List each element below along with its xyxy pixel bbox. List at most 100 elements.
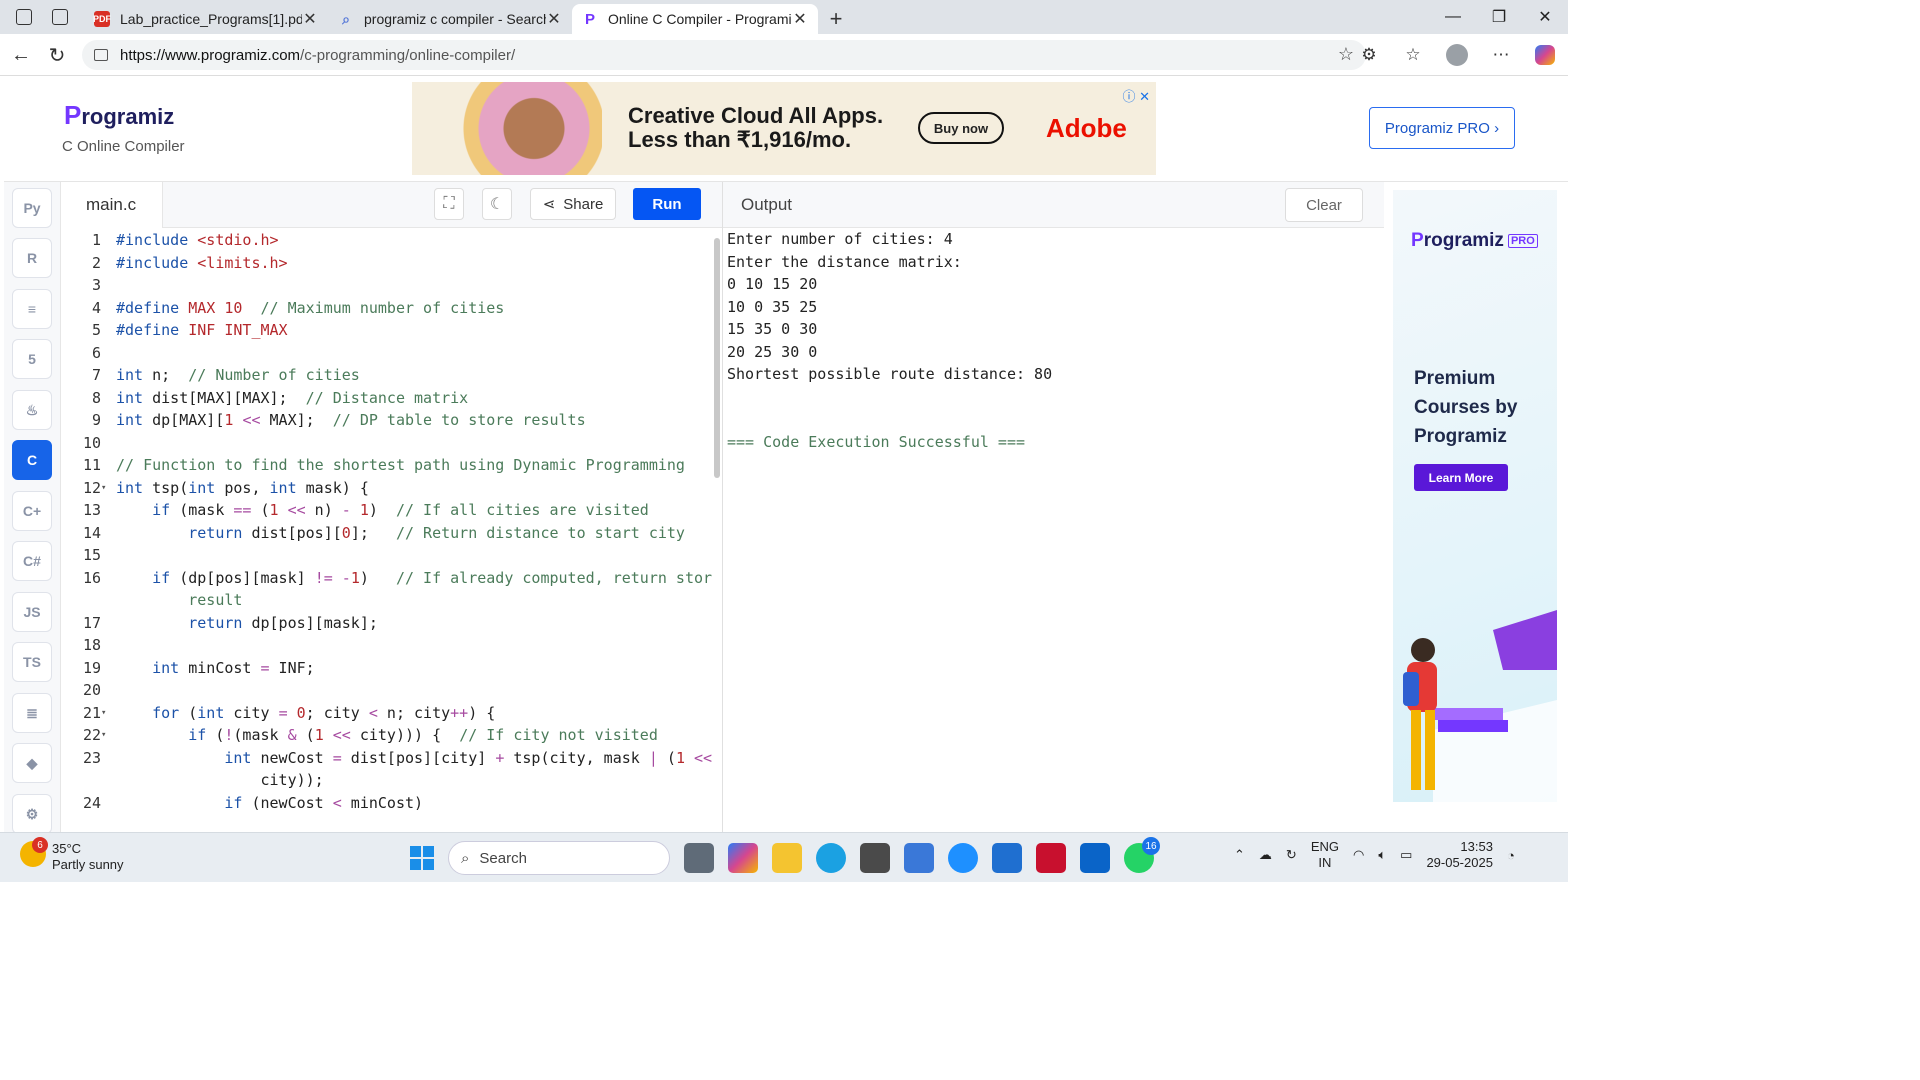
code-editor[interactable]: 1 #include <stdio.h> 2 #include <limits.h> 3… <box>61 228 712 832</box>
dark-mode-icon[interactable]: ☾ <box>482 188 512 220</box>
browser-tab-compiler[interactable]: P Online C Compiler - Programiz ✕ <box>572 4 818 34</box>
start-button[interactable] <box>410 846 434 870</box>
sql-icon[interactable]: ≡ <box>12 289 52 329</box>
fullscreen-icon[interactable]: ⛶ <box>434 188 464 220</box>
myhp-icon[interactable] <box>992 843 1022 873</box>
fold-toggle-icon[interactable]: ▾ <box>101 483 106 493</box>
programiz-pro-button[interactable]: Programiz PRO › <box>1369 107 1515 149</box>
code-line: if (dp[pos][mask] != -1) // If already c… <box>152 568 712 587</box>
fold-toggle-icon[interactable]: ▾ <box>101 708 106 718</box>
task-view-icon[interactable] <box>684 843 714 873</box>
weather-widget[interactable]: 6 35°C Partly sunny <box>20 837 124 873</box>
typescript-icon[interactable]: TS <box>12 642 52 682</box>
ad-buy-button[interactable]: Buy now <box>918 112 1004 144</box>
side-ad-logo: Programiz PRO <box>1411 230 1538 252</box>
csharp-icon[interactable]: C# <box>12 541 52 581</box>
whatsapp-icon[interactable]: 16 <box>1124 837 1160 873</box>
output-header: Output Clear <box>723 182 1384 228</box>
outlook-icon[interactable] <box>1080 843 1110 873</box>
line-number: 10 <box>82 433 101 452</box>
banner-ad[interactable]: Creative Cloud All Apps. Less than ₹1,91… <box>412 82 1156 175</box>
edge-icon[interactable] <box>816 843 846 873</box>
javascript-icon[interactable]: JS <box>12 592 52 632</box>
c-language-icon[interactable]: C <box>12 440 52 480</box>
r-icon[interactable]: R <box>12 238 52 278</box>
rust-icon[interactable]: ⚙ <box>12 794 52 834</box>
browser-tab-pdf[interactable]: PDF Lab_practice_Programs[1].pdf ✕ <box>84 4 328 34</box>
refresh-icon[interactable]: ↻ <box>38 36 76 74</box>
weather-icon: 6 <box>20 837 48 867</box>
language-indicator[interactable]: ENG IN <box>1311 839 1339 871</box>
copilot-icon[interactable] <box>1528 38 1562 72</box>
programiz-logo[interactable]: Programiz <box>64 100 174 131</box>
file-explorer-icon[interactable] <box>772 843 802 873</box>
share-button[interactable]: ⋖ Share <box>530 188 616 220</box>
adobe-logo: Adobe <box>1046 113 1127 143</box>
store-icon[interactable] <box>904 843 934 873</box>
clock[interactable]: 13:53 29-05-2025 <box>1426 839 1493 871</box>
run-button[interactable]: Run <box>633 188 701 220</box>
editor-scrollbar[interactable] <box>714 238 720 478</box>
restore-icon[interactable]: ❐ <box>1476 0 1522 34</box>
output-title: Output <box>741 195 793 214</box>
wifi-icon[interactable]: ◠ <box>1353 847 1364 863</box>
mcafee-icon[interactable] <box>1036 843 1066 873</box>
close-tab-icon[interactable]: ✕ <box>792 9 808 29</box>
back-icon[interactable]: ← <box>2 36 40 74</box>
help-icon[interactable] <box>948 843 978 873</box>
taskbar-apps: 16 <box>684 837 1160 873</box>
swift-icon[interactable]: ◆ <box>12 743 52 783</box>
workspaces-icon[interactable] <box>16 9 32 25</box>
cpp-icon[interactable]: C+ <box>12 491 52 531</box>
volume-icon[interactable]: 🔈︎ <box>1378 847 1386 863</box>
clear-button[interactable]: Clear <box>1285 188 1363 222</box>
pane-divider[interactable] <box>722 182 723 832</box>
taskbar-search[interactable]: ⌕ Search <box>448 841 670 875</box>
go-icon[interactable]: ≣ <box>12 693 52 733</box>
line-number: 21 <box>82 703 101 722</box>
line-number: 23 <box>82 748 101 767</box>
line-number: 14 <box>82 523 101 542</box>
close-tab-icon[interactable]: ✕ <box>546 9 562 29</box>
java-icon[interactable]: ♨ <box>12 390 52 430</box>
extensions-icon[interactable]: ⚙ <box>1352 38 1386 72</box>
line-number: 1 <box>91 231 101 249</box>
code-line: int dp[MAX][1 << MAX]; // DP table to st… <box>116 411 586 429</box>
copilot-app-icon[interactable] <box>728 843 758 873</box>
notifications-icon[interactable]: ◔ <box>1507 848 1515 863</box>
url-field[interactable]: https://www.programiz.com/c-programming/… <box>82 40 1366 70</box>
chevron-up-icon[interactable]: ⌃ <box>1234 847 1245 863</box>
notion-icon[interactable] <box>860 843 890 873</box>
minimize-icon[interactable]: — <box>1430 0 1476 34</box>
sync-icon[interactable]: ↻ <box>1286 847 1297 863</box>
window-controls: — ❐ ✕ <box>1430 0 1568 34</box>
html-icon[interactable]: 5 <box>12 339 52 379</box>
tab-actions-icon[interactable] <box>52 9 68 25</box>
more-menu-icon[interactable]: ⋯ <box>1484 38 1518 72</box>
favorites-icon[interactable]: ☆ <box>1396 38 1430 72</box>
profile-avatar[interactable] <box>1440 38 1474 72</box>
file-tab-main[interactable]: main.c <box>61 182 163 228</box>
battery-icon[interactable]: ▭ <box>1400 847 1412 863</box>
ad-headline: Creative Cloud All Apps. Less than ₹1,91… <box>628 103 884 152</box>
code-line: int minCost = INF; <box>152 658 315 677</box>
onedrive-icon[interactable]: ☁ <box>1259 847 1272 863</box>
browser-tab-search[interactable]: ⌕ programiz c compiler - Search ✕ <box>328 4 572 34</box>
close-window-icon[interactable]: ✕ <box>1522 0 1568 34</box>
side-ad[interactable]: Programiz PRO Premium Courses by Programi… <box>1393 190 1557 802</box>
new-tab-icon[interactable]: + <box>818 4 854 34</box>
line-number: 16 <box>82 568 101 587</box>
page-subtitle: C Online Compiler <box>62 138 185 155</box>
line-number: 2 <box>91 253 101 272</box>
browser-toolbar: ⚙ ☆ ⋯ <box>1352 38 1562 72</box>
line-number: 13 <box>82 501 101 519</box>
fold-toggle-icon[interactable]: ▾ <box>101 730 106 740</box>
learn-more-button[interactable]: Learn More <box>1414 464 1508 491</box>
line-number: 8 <box>91 388 101 407</box>
close-tab-icon[interactable]: ✕ <box>302 9 318 29</box>
python-icon[interactable]: Py <box>12 188 52 228</box>
line-number: 12 <box>82 478 101 497</box>
output-console[interactable]: Enter number of cities: 4 Enter the dista… <box>727 228 1377 453</box>
ad-choices-icon[interactable]: ⓘ ✕ <box>1122 86 1150 105</box>
output-line: Enter number of cities: 4 <box>727 230 953 248</box>
